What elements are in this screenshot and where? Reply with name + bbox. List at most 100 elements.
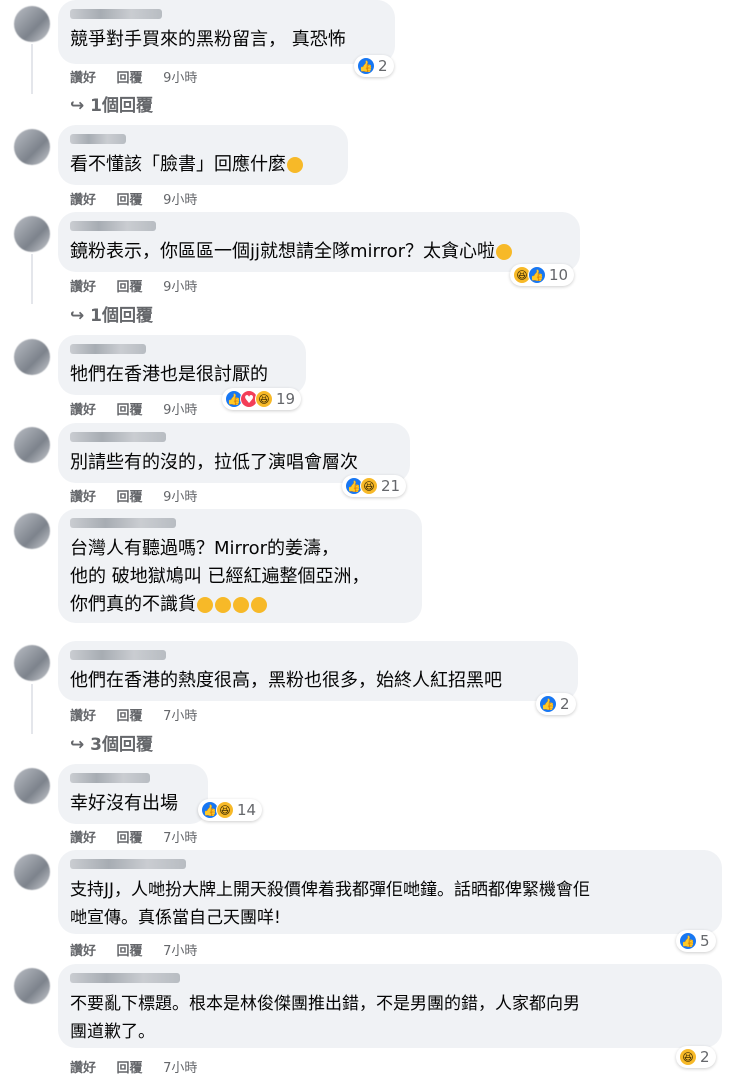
author-name-blurred[interactable] [70,432,166,442]
timestamp[interactable]: 9小時 [163,490,197,505]
like-button[interactable]: 讚好 [70,403,96,418]
replies-label: 1個回覆 [90,96,154,116]
reply-button[interactable]: 回覆 [117,490,143,505]
timestamp[interactable]: 7小時 [163,944,197,959]
comment-bubble: 競爭對手買來的黑粉留言， 真恐怖 [58,0,395,64]
author-name-blurred[interactable] [70,221,156,231]
comment-actions: 讚好 回覆 7小時 [70,940,213,959]
rolling-laugh-emoji-icon [496,244,513,260]
author-name-blurred[interactable] [70,518,176,528]
author-name-blurred[interactable] [70,650,166,660]
thread-line [31,684,33,734]
author-name-blurred[interactable] [70,859,186,869]
author-name-blurred[interactable] [70,9,162,19]
timestamp[interactable]: 7小時 [163,1061,197,1076]
author-name-blurred[interactable] [70,773,150,783]
reply-arrow-icon: ↪ [70,735,91,755]
comment-actions: 讚好 回覆 7小時 [70,1057,213,1076]
comment-actions: 讚好 回覆 9小時 [70,67,213,86]
comment-text: 鏡粉表示，你區區一個jj就想請全隊mirror？太貪心啦 [70,238,513,266]
timestamp[interactable]: 7小時 [163,831,197,846]
reaction-summary[interactable]: 😆 👍 10 [510,264,575,286]
reply-button[interactable]: 回覆 [117,280,143,295]
reply-button[interactable]: 回覆 [117,193,143,208]
reply-button[interactable]: 回覆 [117,831,143,846]
like-button[interactable]: 讚好 [70,709,96,724]
avatar[interactable] [14,427,50,463]
timestamp[interactable]: 9小時 [163,193,197,208]
thumbs-up-icon: 👍 [539,695,557,713]
reaction-count: 21 [381,477,401,495]
reply-button[interactable]: 回覆 [117,403,143,418]
reaction-count: 14 [237,801,257,819]
comment-bubble: 看不懂該「臉書」回應什麼 [58,125,348,185]
comment-text: 他們在香港的熱度很高，黑粉也很多，始終人紅招黑吧 [70,670,502,691]
view-replies-link[interactable]: ↪ 1個回覆 [70,301,153,326]
reply-arrow-icon: ↪ [70,306,91,326]
comment-actions: 讚好 回覆 7小時 [70,705,213,724]
laughing-emoji-icon [251,597,267,613]
laughing-emoji-icon [215,597,231,613]
comment-bubble: 不要亂下標題。根本是林俊傑團推出錯，不是男團的錯，人家都向男 團道歉了。 [58,964,722,1048]
thread-line [31,44,33,94]
timestamp[interactable]: 9小時 [163,403,197,418]
timestamp[interactable]: 7小時 [163,709,197,724]
reaction-summary[interactable]: 👍 😆 14 [198,799,263,821]
avatar[interactable] [14,216,50,252]
laughing-emoji-icon [197,597,213,613]
thumbs-up-icon: 👍 [357,57,375,75]
reaction-count: 5 [700,932,710,950]
comment-text: 不要亂下標題。根本是林俊傑團推出錯，不是男團的錯，人家都向男 團道歉了。 [70,994,580,1042]
reaction-summary[interactable]: 😆 2 [676,1046,716,1068]
comment-actions: 讚好 回覆 9小時 [70,276,213,295]
reaction-count: 2 [560,695,570,713]
reply-button[interactable]: 回覆 [117,944,143,959]
reply-button[interactable]: 回覆 [117,71,143,86]
comment-text: 幸好沒有出場 [70,793,178,814]
reaction-summary[interactable]: 👍 5 [676,930,716,952]
timestamp[interactable]: 9小時 [163,280,197,295]
like-button[interactable]: 讚好 [70,71,96,86]
avatar[interactable] [14,339,50,375]
timestamp[interactable]: 9小時 [163,71,197,86]
reply-arrow-icon: ↪ [70,96,91,116]
like-button[interactable]: 讚好 [70,280,96,295]
laugh-icon: 😆 [216,801,234,819]
avatar[interactable] [14,6,50,42]
comment-text: 台灣人有聽過嗎？Mirror的姜濤， 他的 破地獄鳩叫 已經紅遍整個亞洲， 你們… [70,538,370,615]
avatar[interactable] [14,968,50,1004]
comment-bubble: 他們在香港的熱度很高，黑粉也很多，始終人紅招黑吧 [58,641,578,701]
like-button[interactable]: 讚好 [70,490,96,505]
avatar[interactable] [14,768,50,804]
comment-text: 競爭對手買來的黑粉留言， 真恐怖 [70,29,346,50]
author-name-blurred[interactable] [70,344,146,354]
avatar[interactable] [14,854,50,890]
view-replies-link[interactable]: ↪ 3個回覆 [70,730,153,755]
avatar[interactable] [14,513,50,549]
reaction-summary[interactable]: 👍 😆 21 [342,475,407,497]
author-name-blurred[interactable] [70,973,180,983]
reaction-summary[interactable]: 👍 2 [536,693,576,715]
laugh-icon: 😆 [679,1048,697,1066]
like-button[interactable]: 讚好 [70,944,96,959]
reply-button[interactable]: 回覆 [117,1061,143,1076]
avatar[interactable] [14,129,50,165]
reaction-summary[interactable]: 👍 2 [354,55,394,77]
like-button[interactable]: 讚好 [70,831,96,846]
reaction-summary[interactable]: 👍 ♥ 😆 19 [222,388,302,410]
author-name-blurred[interactable] [70,134,126,144]
view-replies-link[interactable]: ↪ 1個回覆 [70,91,153,116]
avatar[interactable] [14,645,50,681]
reply-button[interactable]: 回覆 [117,709,143,724]
thumbs-up-icon: 👍 [679,932,697,950]
comment-actions: 讚好 回覆 9小時 [70,399,213,418]
like-button[interactable]: 讚好 [70,1061,96,1076]
laughing-emoji-icon [233,597,249,613]
like-button[interactable]: 讚好 [70,193,96,208]
comment-bubble: 牠們在香港也是很討厭的 [58,335,306,395]
laugh-icon: 😆 [255,390,273,408]
laugh-icon: 😆 [360,477,378,495]
comment-bubble: 別請些有的沒的，拉低了演唱會層次 [58,423,410,483]
comment-bubble: 幸好沒有出場 [58,764,208,824]
comment-bubble: 支持JJ，人哋扮大牌上開天殺價俾着我都彈佢哋鐘。話晒都俾緊機會佢 哋宣傳。真係當… [58,850,722,934]
